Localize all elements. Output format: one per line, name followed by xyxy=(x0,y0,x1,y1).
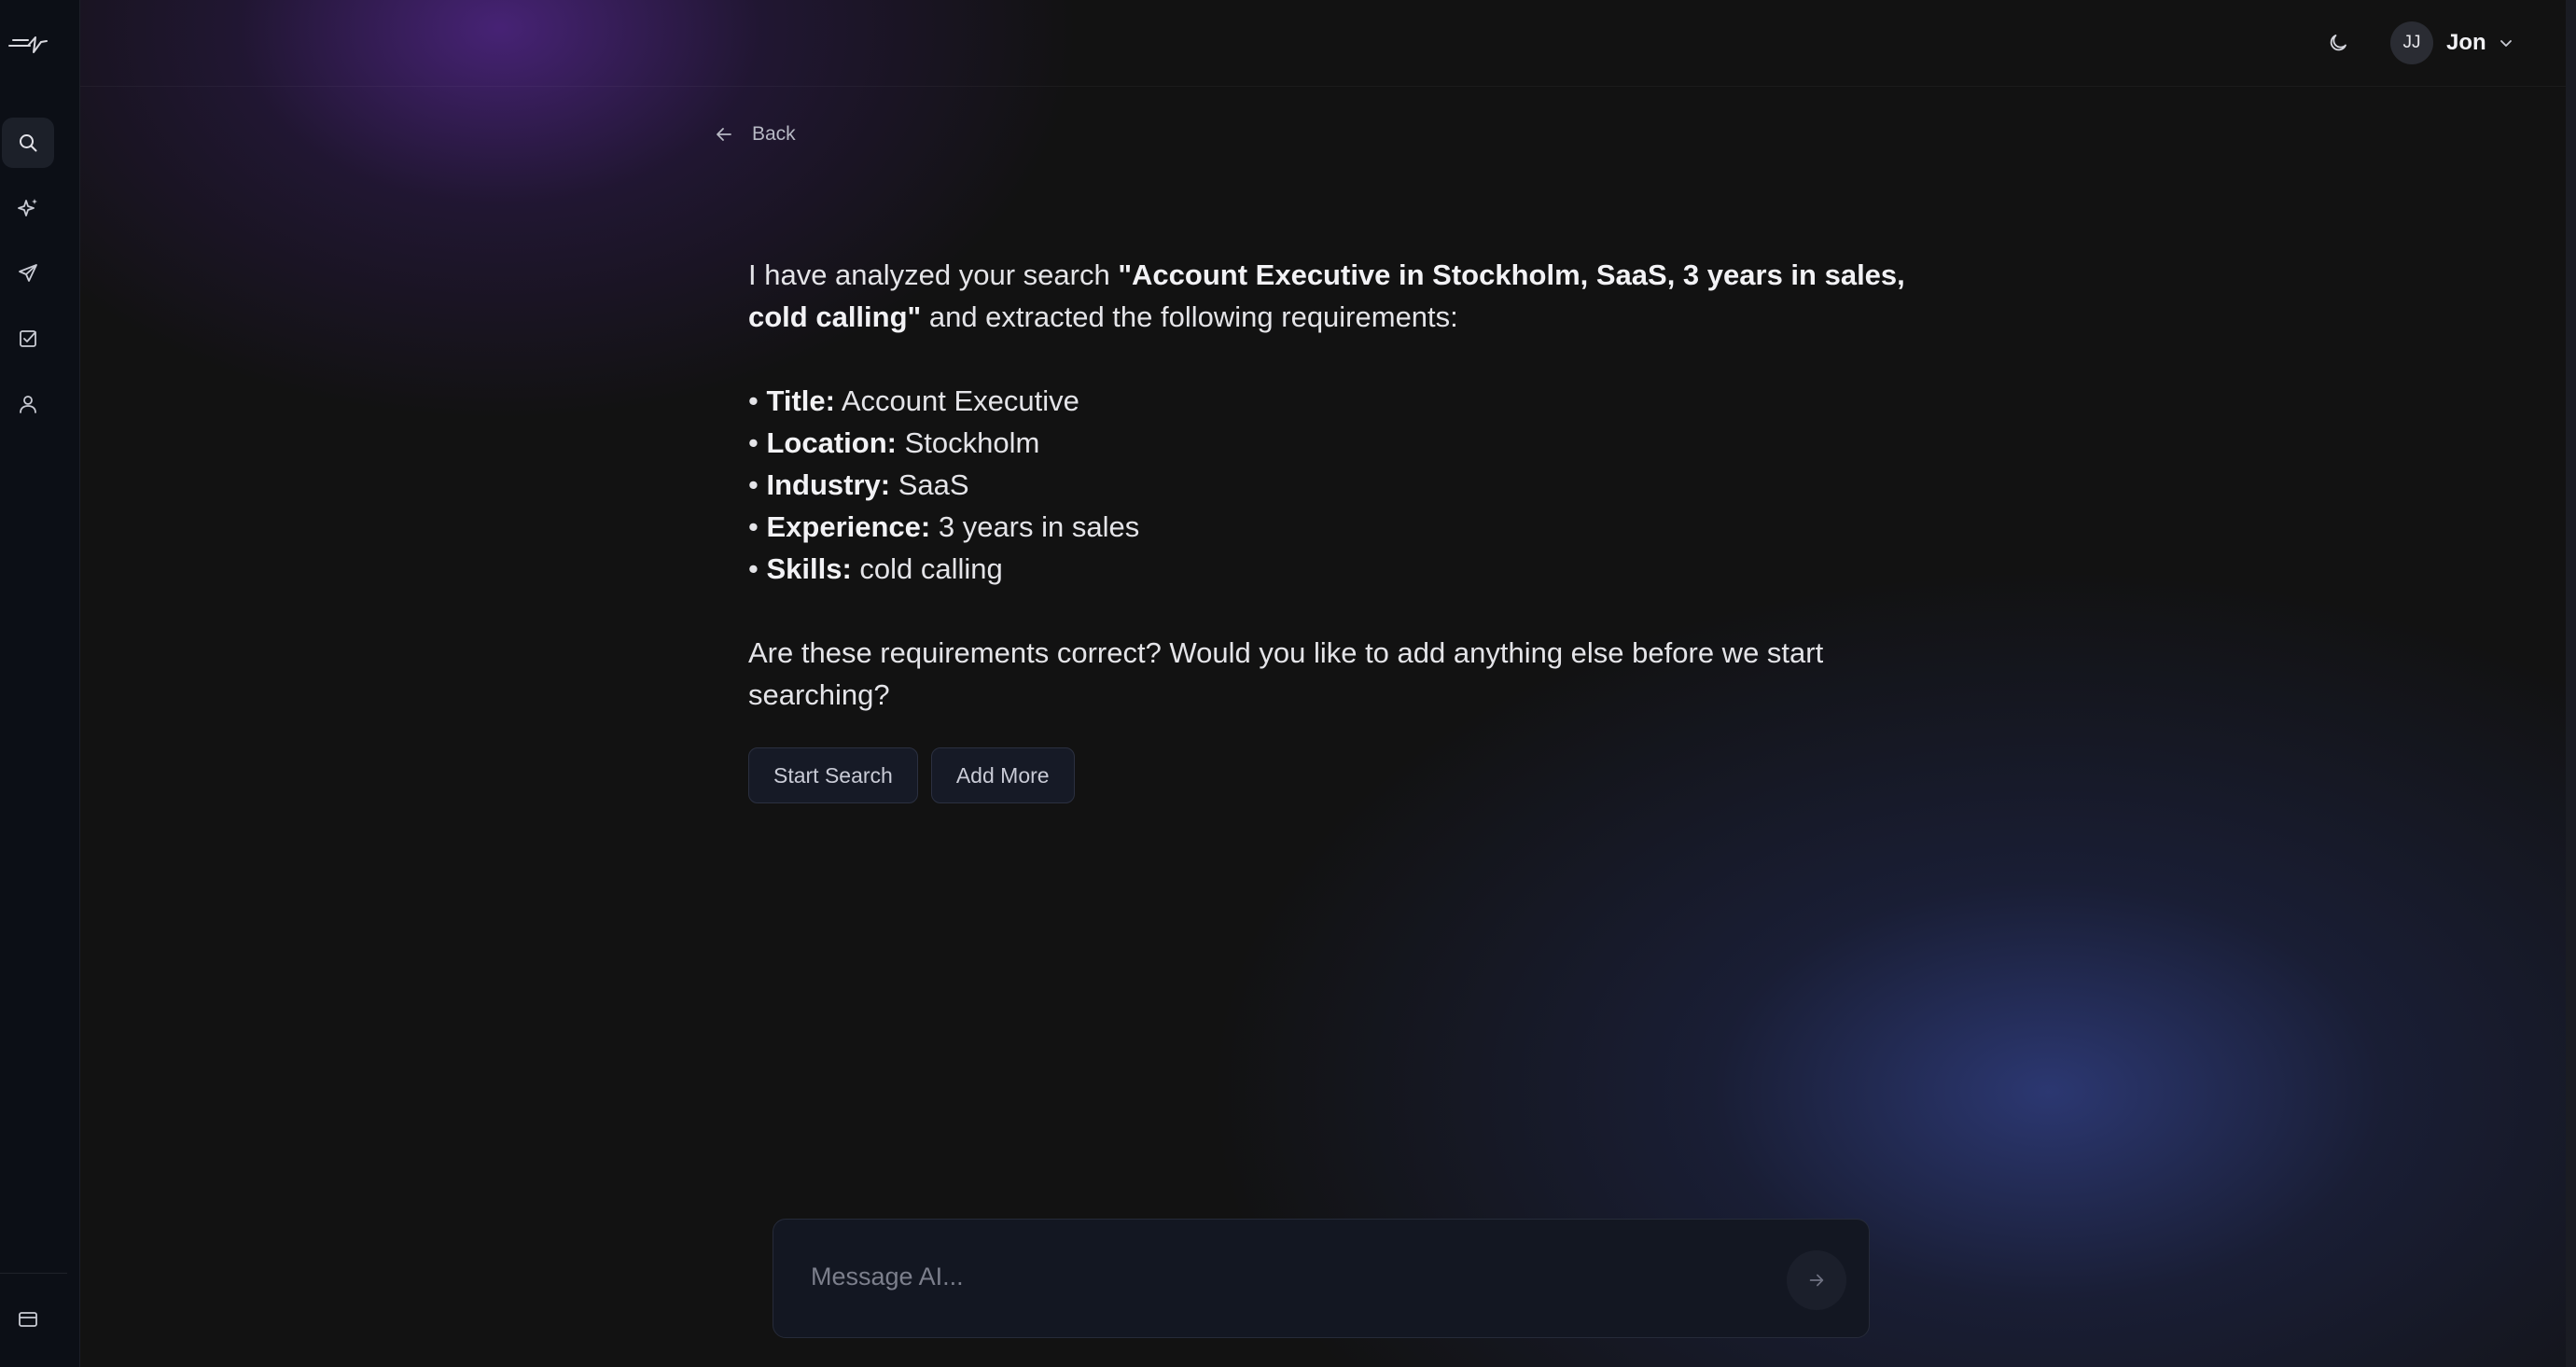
checkbox-icon xyxy=(20,330,36,347)
logo-mark xyxy=(8,36,48,53)
requirement-label: Location: xyxy=(766,426,897,459)
topbar-divider xyxy=(80,86,2566,87)
brand-logo-icon[interactable] xyxy=(7,28,49,60)
send-icon xyxy=(19,264,37,282)
user-icon xyxy=(20,396,36,413)
user-menu[interactable]: JJ Jon xyxy=(2390,21,2514,65)
moon-icon xyxy=(2330,35,2346,51)
message-actions: Start Search Add More xyxy=(748,747,1075,803)
chevron-down-icon[interactable] xyxy=(2498,35,2514,51)
requirement-industry: • Industry: SaaS xyxy=(748,464,1905,506)
bullet: • xyxy=(748,384,767,417)
sidebar-item-ai[interactable] xyxy=(2,183,54,233)
user-name[interactable]: Jon xyxy=(2446,30,2486,56)
sidebar-item-tasks[interactable] xyxy=(2,314,54,364)
requirement-value: Account Executive xyxy=(834,384,1079,417)
billing-card-icon xyxy=(19,1312,37,1327)
arrow-left-icon xyxy=(717,128,731,141)
bullet: • xyxy=(748,552,767,585)
theme-toggle-button[interactable] xyxy=(2321,26,2355,60)
add-more-button[interactable]: Add More xyxy=(930,747,1075,803)
back-label[interactable]: Back xyxy=(752,123,796,146)
requirement-label: Title: xyxy=(766,384,835,417)
bullet: • xyxy=(748,468,767,501)
sidebar-divider xyxy=(0,1273,67,1274)
requirement-location: • Location: Stockholm xyxy=(748,422,1905,464)
avatar[interactable]: JJ xyxy=(2390,21,2433,64)
requirements-list: • Title: Account Executive • Location: S… xyxy=(748,380,1905,590)
bullet: • xyxy=(748,426,767,459)
requirement-value: 3 years in sales xyxy=(930,510,1140,543)
requirement-experience: • Experience: 3 years in sales xyxy=(748,506,1905,548)
intro-suffix: and extracted the following requirements… xyxy=(921,300,1458,333)
search-icon xyxy=(20,134,37,152)
requirement-value: SaaS xyxy=(890,468,969,501)
sidebar xyxy=(0,0,80,1367)
sidebar-item-profile[interactable] xyxy=(2,379,54,429)
bullet: • xyxy=(748,510,767,543)
requirement-label: Industry: xyxy=(766,468,891,501)
requirement-title: • Title: Account Executive xyxy=(748,380,1905,422)
message-question: Are these requirements correct? Would yo… xyxy=(748,636,1824,711)
requirement-label: Skills: xyxy=(766,552,852,585)
sidebar-item-billing[interactable] xyxy=(2,1294,54,1345)
ai-message: I have analyzed your search "Account Exe… xyxy=(748,254,1905,716)
sidebar-item-send[interactable] xyxy=(2,248,54,299)
back-button[interactable]: Back xyxy=(713,119,796,149)
arrow-right-icon xyxy=(1809,1274,1824,1287)
requirement-value: Stockholm xyxy=(896,426,1040,459)
sidebar-item-search[interactable] xyxy=(2,118,54,168)
requirement-value: cold calling xyxy=(851,552,1003,585)
scrollbar[interactable] xyxy=(2566,0,2576,1367)
sparkle-icon xyxy=(18,199,37,216)
send-message-button[interactable] xyxy=(1787,1250,1846,1310)
message-intro: I have analyzed your search "Account Exe… xyxy=(748,254,1905,338)
app-window: JJ Jon Back I have analyzed your search … xyxy=(0,0,2576,1367)
intro-prefix: I have analyzed your search xyxy=(748,258,1119,291)
requirement-label: Experience: xyxy=(766,510,931,543)
message-input[interactable] xyxy=(809,1257,1746,1296)
message-composer xyxy=(773,1219,1870,1338)
requirement-skills: • Skills: cold calling xyxy=(748,548,1905,590)
start-search-button[interactable]: Start Search xyxy=(748,747,918,803)
